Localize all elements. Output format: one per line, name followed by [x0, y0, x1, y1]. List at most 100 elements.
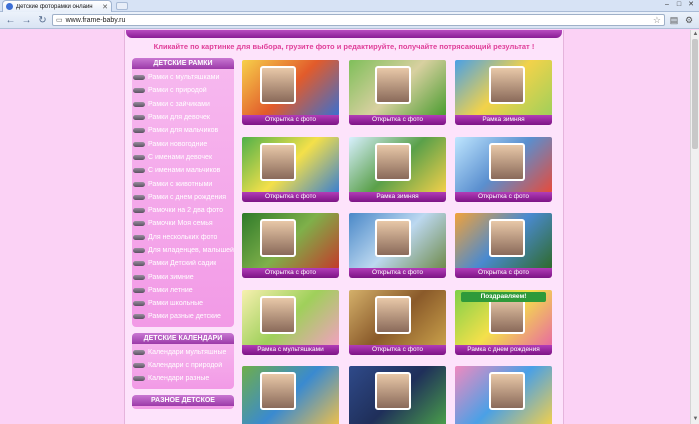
- frames-menu-item[interactable]: Для младенцев, малышей: [132, 244, 234, 257]
- back-icon[interactable]: ←: [4, 14, 17, 27]
- frames-menu-item[interactable]: Рамки для девочек: [132, 111, 234, 124]
- frame-thumbnail[interactable]: [349, 290, 446, 346]
- frames-menu-item[interactable]: Рамки летние: [132, 284, 234, 297]
- page-menu-icon[interactable]: ▤: [668, 14, 680, 26]
- frame-caption: Открытка с фото: [349, 115, 446, 125]
- photo-window: [489, 66, 525, 104]
- new-tab-button[interactable]: [116, 2, 128, 10]
- frames-menu-item[interactable]: Рамки с мультяшками: [132, 71, 234, 84]
- frame-thumbnail[interactable]: Поздравляем!: [455, 290, 552, 346]
- frame-card[interactable]: Открытка с фото: [242, 213, 339, 278]
- frame-card[interactable]: Открытка с фото: [242, 137, 339, 202]
- calendars-menu-item[interactable]: Календари разные: [132, 372, 234, 385]
- frame-thumbnail[interactable]: [242, 137, 339, 193]
- tab-close-icon[interactable]: ✕: [102, 3, 108, 11]
- pill-bullet-icon: [133, 274, 145, 280]
- frames-menu-item[interactable]: Рамки разные детские: [132, 310, 234, 323]
- frame-card[interactable]: Открытка с фото: [349, 290, 446, 355]
- forward-icon[interactable]: →: [20, 14, 33, 27]
- maximize-icon[interactable]: □: [674, 0, 684, 9]
- frame-card[interactable]: Открытка с фото: [455, 137, 552, 202]
- pill-bullet-icon: [133, 287, 145, 293]
- photo-window: [375, 143, 411, 181]
- frame-thumbnail[interactable]: [242, 366, 339, 424]
- frame-thumbnail[interactable]: [349, 60, 446, 116]
- frames-menu-item-label: Рамки Детский садик: [148, 260, 217, 268]
- frame-card[interactable]: Открытка с фото: [349, 213, 446, 278]
- frame-thumbnail[interactable]: [455, 60, 552, 116]
- pill-bullet-icon: [133, 261, 145, 267]
- frames-menu-item[interactable]: Рамочки на 2 два фото: [132, 204, 234, 217]
- frame-thumbnail[interactable]: [242, 213, 339, 269]
- photo-window: [260, 143, 296, 181]
- frame-card[interactable]: Рамка зимняя: [349, 137, 446, 202]
- frames-menu-item-label: Рамки с зайчиками: [148, 100, 210, 108]
- frames-menu-item[interactable]: Рамки с днем рождения: [132, 191, 234, 204]
- frames-menu-item[interactable]: Рамки с зайчиками: [132, 98, 234, 111]
- frame-caption: Рамка зимняя: [455, 115, 552, 125]
- scroll-thumb[interactable]: [692, 39, 698, 149]
- pill-bullet-icon: [133, 194, 145, 200]
- close-window-icon[interactable]: ✕: [686, 0, 696, 9]
- frames-menu-item[interactable]: Рамки новогодние: [132, 137, 234, 150]
- frames-menu-item[interactable]: Рамочки Моя семья: [132, 217, 234, 230]
- frames-menu-item[interactable]: Рамки Детский садик: [132, 257, 234, 270]
- frame-card[interactable]: Рамка с мультяшками: [242, 290, 339, 355]
- frame-card[interactable]: Рамка зимняя: [455, 60, 552, 125]
- photo-window: [260, 372, 296, 410]
- frames-menu-item[interactable]: С именами мальчиков: [132, 164, 234, 177]
- frames-menu-item[interactable]: Для нескольких фото: [132, 231, 234, 244]
- frame-thumbnail[interactable]: [349, 213, 446, 269]
- vertical-scrollbar[interactable]: ▲ ▼: [690, 30, 699, 424]
- pill-bullet-icon: [133, 314, 145, 320]
- minimize-icon[interactable]: –: [662, 0, 672, 9]
- pill-bullet-icon: [133, 168, 145, 174]
- calendars-menu: ДЕТСКИЕ КАЛЕНДАРИ Календари мультяшные Ка…: [132, 332, 234, 389]
- calendars-menu-item[interactable]: Календари с природой: [132, 359, 234, 372]
- scroll-down-icon[interactable]: ▼: [691, 415, 699, 424]
- frames-menu-item[interactable]: Рамки для мальчиков: [132, 124, 234, 137]
- frames-menu-item[interactable]: Рамки зимние: [132, 270, 234, 283]
- address-bar[interactable]: ▭ www.frame-baby.ru ☆: [52, 14, 665, 26]
- frame-card[interactable]: [242, 366, 339, 424]
- pill-bullet-icon: [133, 208, 145, 214]
- frame-thumbnail[interactable]: [455, 366, 552, 424]
- frame-thumbnail[interactable]: [242, 60, 339, 116]
- frames-menu-item[interactable]: Рамки школьные: [132, 297, 234, 310]
- pill-bullet-icon: [133, 234, 145, 240]
- frame-caption: Рамка зимняя: [349, 192, 446, 202]
- frame-card[interactable]: Открытка с фото: [349, 60, 446, 125]
- frames-menu-item[interactable]: Рамки с природой: [132, 84, 234, 97]
- calendars-menu-item[interactable]: Календари мультяшные: [132, 346, 234, 359]
- favicon-icon: [6, 3, 13, 10]
- pill-bullet-icon: [133, 376, 145, 382]
- frame-card[interactable]: Открытка с фото: [242, 60, 339, 125]
- browser-tab[interactable]: Детские фоторамки онлайн ✕: [2, 0, 112, 12]
- frame-thumbnail[interactable]: [349, 137, 446, 193]
- scroll-up-icon[interactable]: ▲: [691, 30, 699, 39]
- frame-card[interactable]: Открытка с фото: [455, 213, 552, 278]
- frame-caption: Открытка с фото: [349, 345, 446, 355]
- frame-thumbnail[interactable]: [349, 366, 446, 424]
- frames-menu-item[interactable]: Рамки с животными: [132, 177, 234, 190]
- frame-card[interactable]: [455, 366, 552, 424]
- frames-menu-item-label: Рамки летние: [148, 286, 193, 294]
- frame-thumbnail[interactable]: [455, 213, 552, 269]
- frame-thumbnail[interactable]: [455, 137, 552, 193]
- frame-card[interactable]: [349, 366, 446, 424]
- wrench-icon[interactable]: ⚙: [683, 14, 695, 26]
- frame-card[interactable]: Поздравляем! Рамка с днем рождения: [455, 290, 552, 355]
- frames-menu-item-label: Рамки новогодние: [148, 140, 208, 148]
- frames-menu-item[interactable]: С именами девочек: [132, 151, 234, 164]
- frame-thumbnail[interactable]: [242, 290, 339, 346]
- pill-bullet-icon: [133, 115, 145, 121]
- photo-window: [489, 143, 525, 181]
- calendars-menu-item-label: Календари разные: [148, 375, 210, 383]
- pill-bullet-icon: [133, 301, 145, 307]
- pill-bullet-icon: [133, 75, 145, 81]
- reload-icon[interactable]: ↻: [36, 14, 49, 27]
- pill-bullet-icon: [133, 141, 145, 147]
- bookmark-star-icon[interactable]: ☆: [653, 15, 661, 26]
- frame-caption: Рамка с днем рождения: [455, 345, 552, 355]
- sidebar: ДЕТСКИЕ РАМКИ Рамки с мультяшками Рамки с…: [132, 58, 234, 415]
